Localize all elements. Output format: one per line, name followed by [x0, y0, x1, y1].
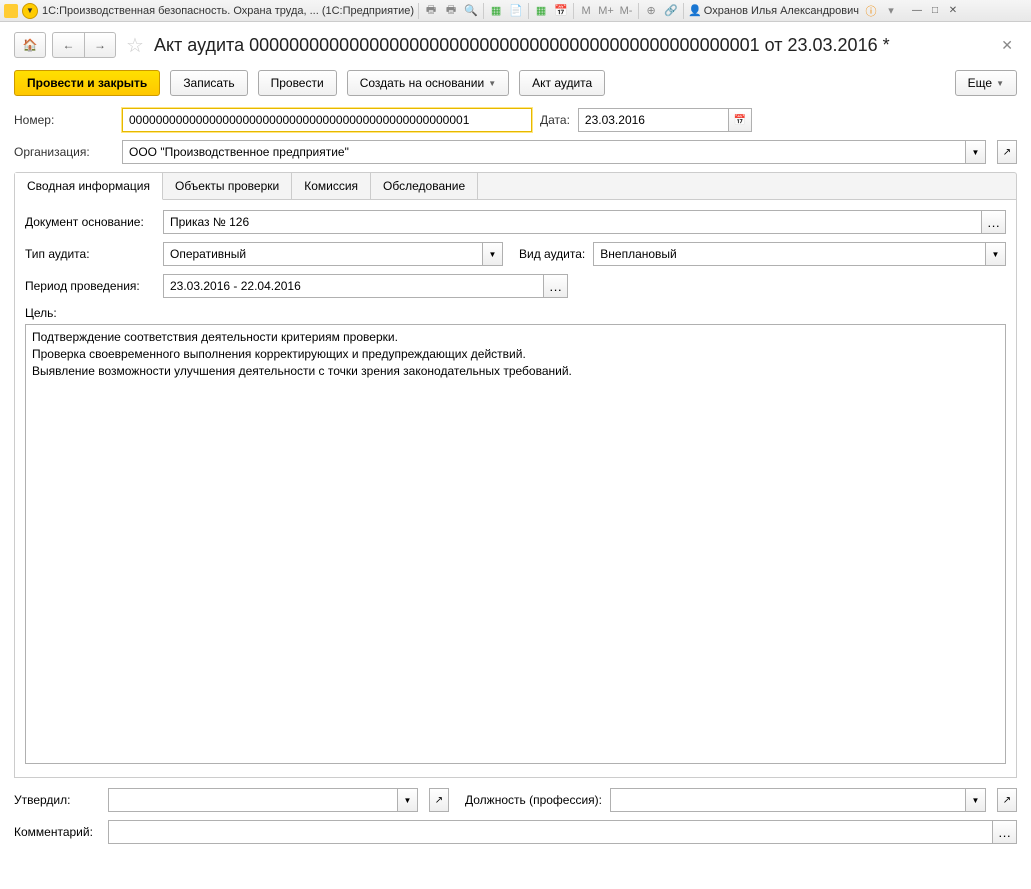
position-label: Должность (профессия):: [465, 793, 602, 807]
home-button[interactable]: 🏠: [14, 32, 46, 58]
info-icon[interactable]: ⓘ: [863, 3, 879, 19]
date-input[interactable]: [578, 108, 728, 132]
info-dd-icon[interactable]: ▾: [883, 3, 899, 19]
post-and-close-button[interactable]: Провести и закрыть: [14, 70, 160, 96]
tab-survey[interactable]: Обследование: [371, 173, 478, 199]
calendar-icon[interactable]: 📅: [553, 3, 569, 19]
toolbar: Провести и закрыть Записать Провести Соз…: [14, 70, 1017, 96]
org-open-button[interactable]: ↗: [997, 140, 1017, 164]
approved-label: Утвердил:: [14, 793, 100, 807]
audit-type-label: Тип аудита:: [25, 247, 155, 261]
number-input[interactable]: [122, 108, 532, 132]
position-open-button[interactable]: ↗: [997, 788, 1017, 812]
favorite-icon[interactable]: ☆: [126, 33, 144, 58]
date-label: Дата:: [540, 113, 570, 127]
more-button[interactable]: Еще▼: [955, 70, 1017, 96]
approved-input[interactable]: [108, 788, 398, 812]
tab-commission[interactable]: Комиссия: [292, 173, 371, 199]
user-label[interactable]: 👤Охранов Илья Александрович: [688, 4, 859, 17]
org-input[interactable]: [122, 140, 966, 164]
report-icon[interactable]: 📄: [508, 3, 524, 19]
grid-icon[interactable]: ▦: [533, 3, 549, 19]
titlebar: ▼ 1С:Производственная безопасность. Охра…: [0, 0, 1031, 22]
comment-dots-button[interactable]: …: [993, 820, 1017, 844]
tab-summary[interactable]: Сводная информация: [15, 173, 163, 200]
close-page-icon[interactable]: ✕: [997, 37, 1017, 54]
basis-dots-button[interactable]: …: [982, 210, 1006, 234]
calendar-button[interactable]: 📅: [728, 108, 752, 132]
calc-icon[interactable]: ▦: [488, 3, 504, 19]
print2-icon[interactable]: 🖶: [443, 3, 459, 19]
print-icon[interactable]: 🖶: [423, 3, 439, 19]
tabs: Сводная информация Объекты проверки Коми…: [14, 172, 1017, 199]
tab-body-summary: Документ основание: … Тип аудита: ▼ Вид …: [14, 199, 1017, 778]
org-select-button[interactable]: ▼: [966, 140, 986, 164]
caret-down-icon: ▼: [996, 79, 1004, 88]
m-minus-icon[interactable]: M-: [618, 3, 634, 19]
number-label: Номер:: [14, 113, 114, 127]
comment-label: Комментарий:: [14, 825, 100, 839]
dropdown-icon[interactable]: ▼: [22, 3, 38, 19]
page-title: Акт аудита 00000000000000000000000000000…: [154, 35, 991, 56]
period-input[interactable]: [163, 274, 544, 298]
save-button[interactable]: Записать: [170, 70, 247, 96]
m-icon[interactable]: M: [578, 3, 594, 19]
position-dd-button[interactable]: ▼: [966, 788, 986, 812]
period-label: Период проведения:: [25, 279, 155, 293]
user-icon: 👤: [688, 4, 702, 17]
tab-objects[interactable]: Объекты проверки: [163, 173, 292, 199]
audit-kind-input[interactable]: [593, 242, 986, 266]
close-icon[interactable]: ✕: [945, 4, 961, 18]
comment-input[interactable]: [108, 820, 993, 844]
basis-label: Документ основание:: [25, 215, 155, 229]
audit-act-button[interactable]: Акт аудита: [519, 70, 605, 96]
audit-kind-label: Вид аудита:: [519, 247, 585, 261]
position-input[interactable]: [610, 788, 966, 812]
caret-down-icon: ▼: [488, 79, 496, 88]
audit-type-dd-button[interactable]: ▼: [483, 242, 503, 266]
goal-textarea[interactable]: [25, 324, 1006, 764]
audit-kind-dd-button[interactable]: ▼: [986, 242, 1006, 266]
create-based-button[interactable]: Создать на основании▼: [347, 70, 509, 96]
org-label: Организация:: [14, 145, 114, 159]
back-button[interactable]: ←: [52, 32, 84, 58]
basis-input[interactable]: [163, 210, 982, 234]
zoom-icon[interactable]: ⊕: [643, 3, 659, 19]
goal-label: Цель:: [25, 306, 1006, 320]
navbar: 🏠 ← → ☆ Акт аудита 000000000000000000000…: [14, 32, 1017, 58]
approved-dd-button[interactable]: ▼: [398, 788, 418, 812]
post-button[interactable]: Провести: [258, 70, 337, 96]
preview-icon[interactable]: 🔍: [463, 3, 479, 19]
app-logo-icon: [4, 4, 18, 18]
app-title: 1С:Производственная безопасность. Охрана…: [42, 5, 414, 17]
audit-type-input[interactable]: [163, 242, 483, 266]
minimize-icon[interactable]: —: [909, 4, 925, 18]
forward-button[interactable]: →: [84, 32, 116, 58]
approved-open-button[interactable]: ↗: [429, 788, 449, 812]
maximize-icon[interactable]: □: [927, 4, 943, 18]
m-plus-icon[interactable]: M+: [598, 3, 614, 19]
period-dots-button[interactable]: …: [544, 274, 568, 298]
link-icon[interactable]: 🔗: [663, 3, 679, 19]
